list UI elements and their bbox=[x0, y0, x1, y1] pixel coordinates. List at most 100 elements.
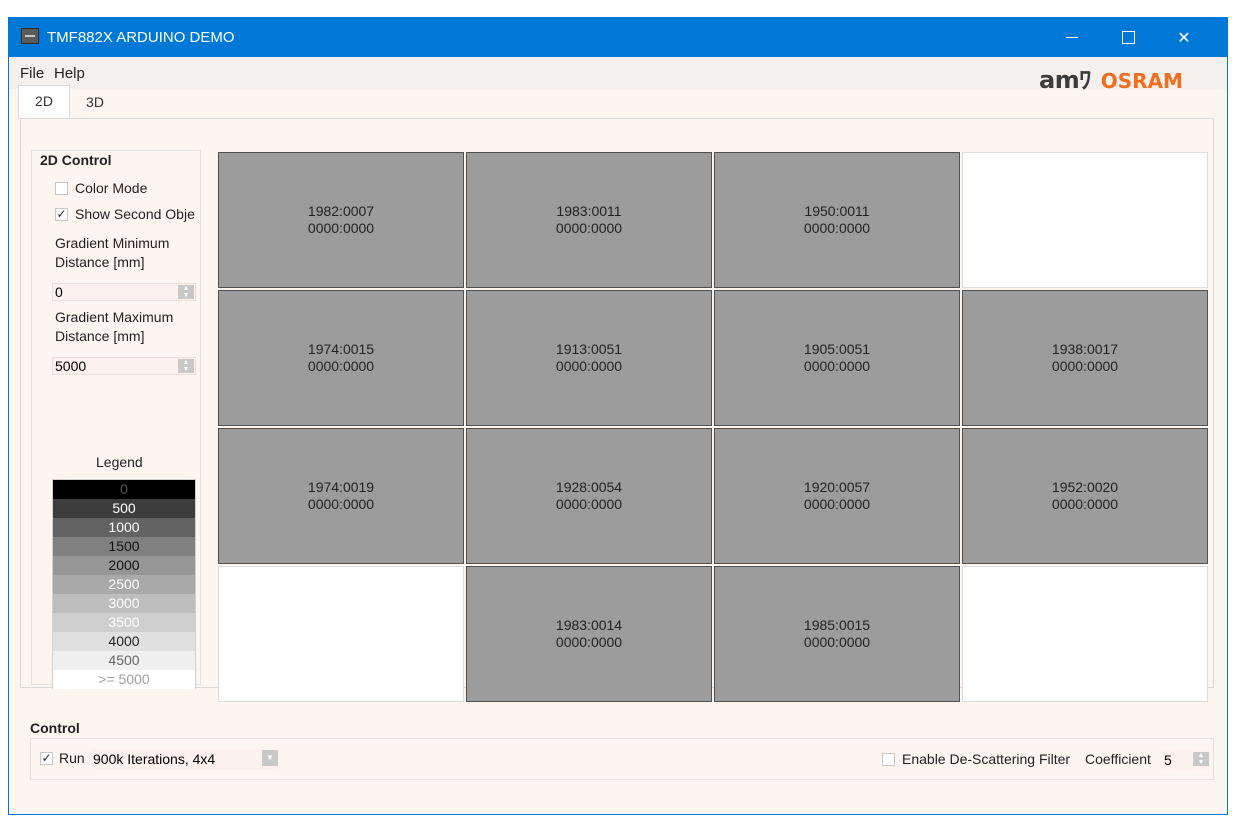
mode-select-value: 900k Iterations, 4x4 bbox=[93, 751, 216, 767]
app-icon bbox=[21, 28, 39, 44]
tab-3d[interactable]: 3D bbox=[70, 87, 120, 117]
zone-distance-2: 0000:0000 bbox=[307, 358, 375, 374]
legend-item: 500 bbox=[53, 499, 195, 518]
legend-item: >= 5000 bbox=[53, 670, 195, 689]
zone-cell bbox=[962, 566, 1208, 702]
zone-distance-1: 1950:0011 bbox=[804, 203, 870, 219]
zone-cell: 1974:0019 0000:0000 bbox=[218, 428, 464, 564]
gradient-max-label-1: Gradient Maximum bbox=[55, 309, 174, 325]
zone-cell: 1985:0015 0000:0000 bbox=[714, 566, 960, 702]
close-button[interactable]: ✕ bbox=[1161, 18, 1207, 57]
zone-cell: 1905:0051 0000:0000 bbox=[714, 290, 960, 426]
gradient-min-value: 0 bbox=[55, 284, 63, 300]
spinner-arrows-icon[interactable]: ▲ ▼ bbox=[178, 359, 194, 373]
ams-logo: amﾜ bbox=[1039, 66, 1091, 94]
legend-item: 2500 bbox=[53, 575, 195, 594]
control-title: Control bbox=[30, 720, 80, 736]
zone-distance-2: 0000:0000 bbox=[803, 496, 871, 512]
zone-distance-1: 1983:0011 bbox=[556, 203, 622, 219]
mode-select[interactable]: 900k Iterations, 4x4 ▼ bbox=[91, 749, 278, 769]
spinner-arrows-icon[interactable]: ▲ ▼ bbox=[1193, 752, 1209, 766]
zone-distance-2: 0000:0000 bbox=[1051, 496, 1119, 512]
gradient-max-label-2: Distance [mm] bbox=[55, 328, 145, 344]
zone-distance-2: 0000:0000 bbox=[803, 358, 871, 374]
maximize-icon bbox=[1121, 31, 1135, 44]
descattering-checkbox[interactable] bbox=[882, 753, 895, 766]
zone-cell: 1938:0017 0000:0000 bbox=[962, 290, 1208, 426]
zone-distance-2: 0000:0000 bbox=[803, 634, 871, 650]
zone-distance-2: 0000:0000 bbox=[307, 220, 375, 236]
color-mode-checkbox[interactable] bbox=[55, 182, 68, 195]
legend-item: 4000 bbox=[53, 632, 195, 651]
zone-distance-1: 1983:0014 bbox=[555, 617, 623, 633]
legend-title: Legend bbox=[96, 454, 143, 470]
zone-distance-1: 1974:0015 bbox=[307, 341, 375, 357]
zone-distance-2: 0000:0000 bbox=[555, 358, 623, 374]
show-second-object-checkbox[interactable]: ✓ bbox=[55, 208, 68, 221]
zone-distance-2: 0000:0000 bbox=[1051, 358, 1119, 374]
ams-osram-logo: amﾜ OSRAM bbox=[1039, 60, 1183, 94]
zone-cell: 1952:0020 0000:0000 bbox=[962, 428, 1208, 564]
zone-distance-1: 1905:0051 bbox=[803, 341, 871, 357]
gradient-min-label-1: Gradient Minimum bbox=[55, 235, 170, 251]
color-mode-label: Color Mode bbox=[75, 180, 148, 196]
show-second-object-label: Show Second Obje bbox=[75, 206, 195, 222]
legend-item: 1500 bbox=[53, 537, 195, 556]
osram-logo: OSRAM bbox=[1100, 69, 1183, 93]
legend-item: 4500 bbox=[53, 651, 195, 670]
coefficient-label: Coefficient bbox=[1085, 751, 1151, 767]
zone-cell: 1950:0011 0000:0000 bbox=[714, 152, 960, 288]
zone-distance-1: 1974:0019 bbox=[307, 479, 375, 495]
menu-file[interactable]: File bbox=[20, 65, 44, 82]
zone-distance-2: 0000:0000 bbox=[555, 634, 623, 650]
zone-distance-1: 1913:0051 bbox=[555, 341, 623, 357]
legend-item: 1000 bbox=[53, 518, 195, 537]
zone-cell: 1983:0014 0000:0000 bbox=[466, 566, 712, 702]
checkmark-icon: ✓ bbox=[41, 751, 52, 765]
gradient-max-value: 5000 bbox=[55, 358, 87, 374]
tab-2d[interactable]: 2D bbox=[18, 85, 70, 119]
zone-cell: 1974:0015 0000:0000 bbox=[218, 290, 464, 426]
maximize-button[interactable] bbox=[1105, 18, 1151, 57]
title-bar: TMF882X ARDUINO DEMO ✕ bbox=[9, 18, 1227, 57]
zone-distance-2: 0000:0000 bbox=[803, 220, 871, 236]
zone-distance-1: 1982:0007 bbox=[307, 203, 375, 219]
run-label: Run bbox=[59, 750, 85, 766]
zone-distance-2: 0000:0000 bbox=[307, 496, 375, 512]
zone-distance-2: 0000:0000 bbox=[555, 496, 623, 512]
minimize-button[interactable] bbox=[1049, 18, 1095, 57]
zone-distance-1: 1938:0017 bbox=[1051, 341, 1119, 357]
zone-cell bbox=[962, 152, 1208, 288]
spinner-arrows-icon[interactable]: ▲ ▼ bbox=[178, 285, 194, 299]
coefficient-value: 5 bbox=[1164, 752, 1172, 768]
gradient-min-label-2: Distance [mm] bbox=[55, 254, 145, 270]
gradient-min-spinner[interactable]: 0 ▲ ▼ bbox=[52, 283, 196, 301]
window-title: TMF882X ARDUINO DEMO bbox=[47, 29, 235, 46]
zone-distance-1: 1928:0054 bbox=[555, 479, 623, 495]
legend-item: 3500 bbox=[53, 613, 195, 632]
legend-item: 0 bbox=[53, 480, 195, 499]
menu-help[interactable]: Help bbox=[54, 65, 85, 82]
zone-distance-1: 1920:0057 bbox=[803, 479, 871, 495]
zone-cell: 1913:0051 0000:0000 bbox=[466, 290, 712, 426]
descattering-label: Enable De-Scattering Filter bbox=[902, 751, 1071, 767]
chevron-down-icon[interactable]: ▼ bbox=[262, 750, 278, 766]
zone-cell: 1920:0057 0000:0000 bbox=[714, 428, 960, 564]
zone-cell: 1982:0007 0000:0000 bbox=[218, 152, 464, 288]
zone-distance-2: 0000:0000 bbox=[555, 220, 623, 236]
zone-distance-1: 1952:0020 bbox=[1051, 479, 1119, 495]
zone-cell: 1928:0054 0000:0000 bbox=[466, 428, 712, 564]
coefficient-spinner[interactable]: 5 ▲ ▼ bbox=[1162, 750, 1210, 770]
gradient-max-spinner[interactable]: 5000 ▲ ▼ bbox=[52, 357, 196, 375]
zone-distance-1: 1985:0015 bbox=[803, 617, 871, 633]
run-checkbox[interactable]: ✓ bbox=[40, 752, 53, 765]
minimize-icon bbox=[1066, 37, 1078, 38]
legend-box: 0 500 1000 1500 2000 2500 3000 3500 4000 4500 >= 5… bbox=[52, 479, 196, 689]
zone-grid: 1982:0007 0000:0000 1983:0011 0000:0000 1950… bbox=[218, 152, 1208, 702]
legend-item: 2000 bbox=[53, 556, 195, 575]
close-icon: ✕ bbox=[1177, 29, 1191, 47]
checkmark-icon: ✓ bbox=[56, 207, 67, 221]
zone-cell: 1983:0011 0000:0000 bbox=[466, 152, 712, 288]
legend-item: 3000 bbox=[53, 594, 195, 613]
zone-cell bbox=[218, 566, 464, 702]
